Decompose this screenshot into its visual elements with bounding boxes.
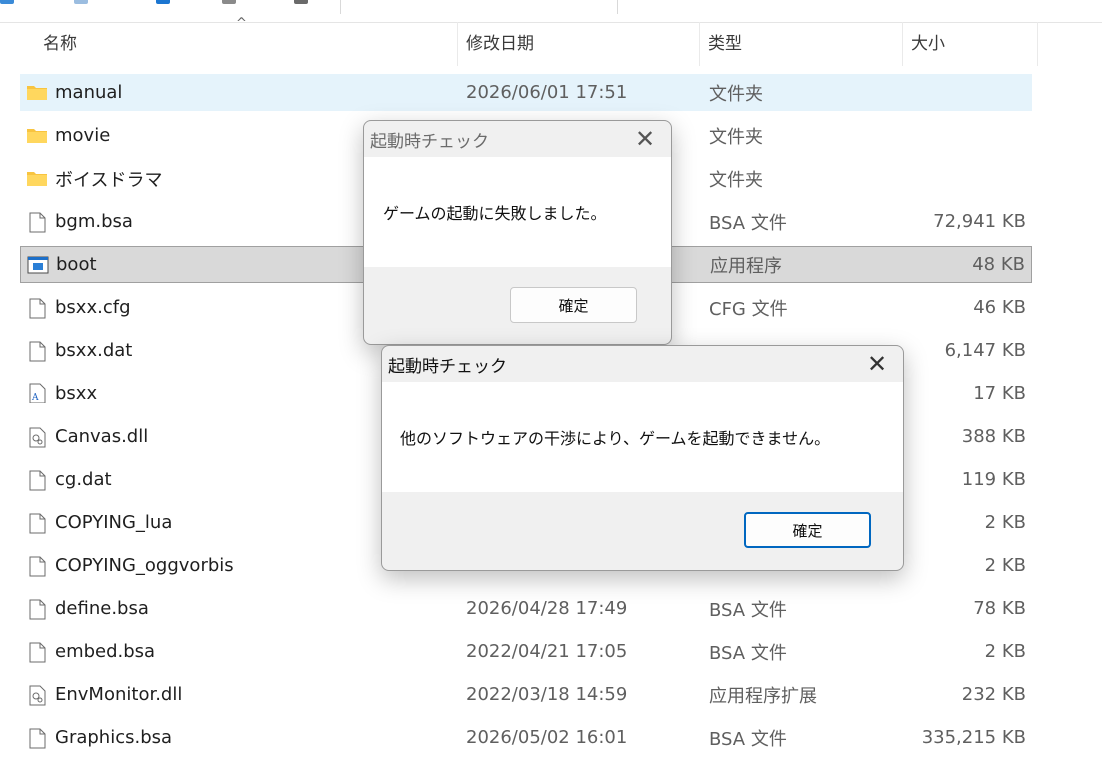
file-row[interactable]: define.bsa 2026/04/28 17:49 BSA 文件 78 KB: [20, 590, 1032, 627]
delete-icon[interactable]: [294, 0, 308, 4]
file-size: 388 KB: [961, 426, 1026, 447]
file-name: movie: [55, 125, 111, 146]
file-size: 335,215 KB: [921, 727, 1026, 748]
file-row[interactable]: EnvMonitor.dll 2022/03/18 14:59 应用程序扩展 232 …: [20, 676, 1032, 713]
file-name: cg.dat: [55, 469, 112, 490]
file-type: BSA 文件: [709, 212, 787, 234]
file-name: bgm.bsa: [55, 211, 133, 232]
file-name: define.bsa: [55, 598, 149, 619]
file-name: bsxx.dat: [55, 340, 133, 361]
file-icon: [26, 211, 48, 233]
file-size: 48 KB: [972, 254, 1025, 275]
file-size: 72,941 KB: [933, 211, 1026, 232]
file-name: ボイスドラマ: [55, 169, 163, 191]
column-name[interactable]: 名称: [34, 22, 457, 66]
toolbar-divider: [340, 0, 341, 14]
folder-icon: [26, 82, 48, 102]
file-icon: [26, 340, 48, 362]
toolbar: [0, 0, 1102, 23]
folder-icon: [26, 168, 48, 188]
file-name: embed.bsa: [55, 641, 156, 662]
toolbar-divider: [617, 0, 618, 14]
dialog-message: 他のソフトウェアの干渉により、ゲームを起動できません。: [382, 382, 903, 492]
dll-file-icon: [26, 426, 48, 448]
file-name: COPYING_lua: [55, 512, 173, 533]
rename-icon[interactable]: [222, 0, 236, 4]
application-icon: [27, 255, 49, 275]
file-type: BSA 文件: [709, 728, 787, 750]
file-name: boot: [56, 254, 97, 275]
file-size: 2 KB: [984, 512, 1026, 533]
dll-file-icon: [26, 684, 48, 706]
file-size: 6,147 KB: [944, 340, 1026, 361]
new-item-icon[interactable]: [0, 0, 14, 4]
column-date[interactable]: 修改日期: [457, 22, 699, 66]
column-type[interactable]: 类型: [699, 22, 902, 66]
file-size: 232 KB: [961, 684, 1026, 705]
file-name: manual: [55, 82, 123, 103]
file-icon: [26, 469, 48, 491]
file-icon: [26, 512, 48, 534]
file-type: CFG 文件: [709, 298, 788, 320]
startup-check-dialog-interference: 起動時チェック ✕ 他のソフトウェアの干渉により、ゲームを起動できません。 確定: [381, 345, 904, 571]
file-icon: [26, 727, 48, 749]
file-date: 2026/04/28 17:49: [466, 598, 628, 619]
file-date: 2022/04/21 17:05: [466, 641, 628, 662]
file-name: Graphics.bsa: [55, 727, 173, 748]
column-divider[interactable]: [1037, 22, 1038, 66]
file-date: 2022/03/18 14:59: [466, 684, 628, 705]
close-icon[interactable]: ✕: [619, 121, 671, 157]
startup-check-dialog-failed: 起動時チェック ✕ ゲームの起動に失敗しました。 確定: [363, 120, 672, 345]
file-size: 2 KB: [984, 641, 1026, 662]
file-icon: [26, 641, 48, 663]
file-size: 17 KB: [973, 383, 1026, 404]
ok-button[interactable]: 確定: [744, 512, 871, 548]
file-icon: [26, 555, 48, 577]
file-type: BSA 文件: [709, 642, 787, 664]
file-size: 2 KB: [984, 555, 1026, 576]
close-icon[interactable]: ✕: [851, 346, 903, 382]
file-name: bsxx.cfg: [55, 297, 131, 318]
file-date: 2026/05/02 16:01: [466, 727, 628, 748]
file-name: bsxx: [55, 383, 98, 404]
ok-button[interactable]: 確定: [510, 287, 637, 323]
svg-text:A: A: [31, 393, 39, 403]
file-size: 46 KB: [973, 297, 1026, 318]
dialog-message: ゲームの起動に失敗しました。: [364, 157, 671, 267]
share-icon[interactable]: [156, 0, 170, 4]
file-type: 文件夹: [709, 126, 763, 148]
file-size: 119 KB: [961, 469, 1026, 490]
file-row[interactable]: Graphics.bsa 2026/05/02 16:01 BSA 文件 335,21…: [20, 719, 1032, 756]
file-type: 文件夹: [709, 169, 763, 191]
file-type: 应用程序: [710, 255, 782, 277]
font-file-icon: A: [26, 383, 48, 404]
column-header: ^ 名称 修改日期 类型 大小: [0, 16, 1102, 66]
file-row[interactable]: manual 2026/06/01 17:51 文件夹: [20, 74, 1032, 111]
column-size[interactable]: 大小: [902, 22, 1038, 66]
file-date: 2026/06/01 17:51: [466, 82, 628, 103]
file-type: 文件夹: [709, 83, 763, 105]
file-type: BSA 文件: [709, 599, 787, 621]
file-name: EnvMonitor.dll: [55, 684, 183, 705]
copy-icon[interactable]: [74, 0, 88, 4]
dialog-title: 起動時チェック: [388, 356, 507, 377]
file-name: Canvas.dll: [55, 426, 149, 447]
folder-icon: [26, 125, 48, 145]
file-type: 应用程序扩展: [709, 685, 817, 707]
file-name: COPYING_oggvorbis: [55, 555, 234, 576]
file-icon: [26, 598, 48, 620]
file-row[interactable]: embed.bsa 2022/04/21 17:05 BSA 文件 2 KB: [20, 633, 1032, 670]
file-size: 78 KB: [973, 598, 1026, 619]
file-icon: [26, 297, 48, 319]
